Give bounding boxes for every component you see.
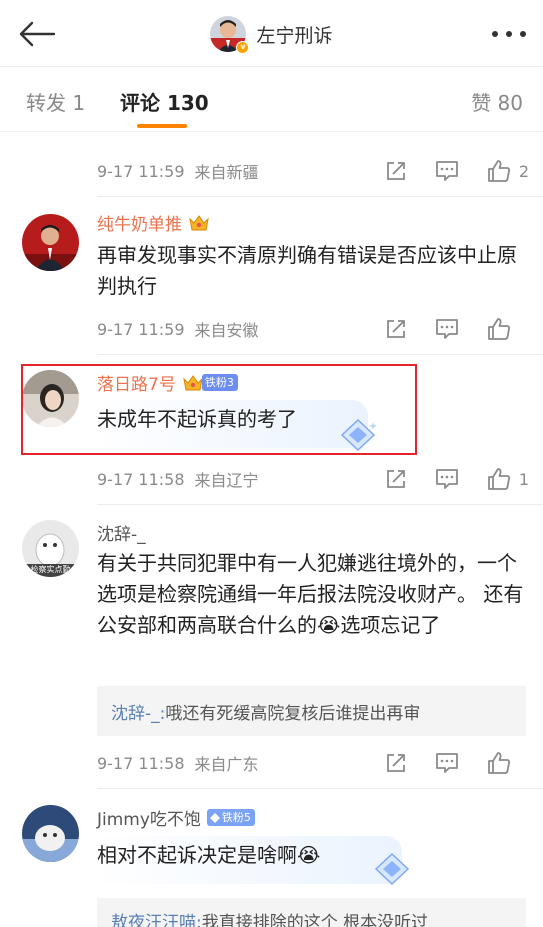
share-icon — [386, 162, 405, 180]
v-badge-icon: v — [236, 41, 250, 54]
more-button[interactable] — [489, 20, 529, 48]
comment-username-row: Jimmy吃不饱 铁粉5 — [97, 805, 255, 830]
author-avatar[interactable]: v — [210, 16, 250, 54]
share-button[interactable] — [385, 468, 407, 490]
diamond-icon — [374, 852, 410, 886]
reply-button[interactable] — [435, 752, 459, 774]
divider — [97, 788, 543, 789]
username[interactable]: 沈辞-_ — [97, 520, 146, 545]
comment-icon — [436, 753, 458, 773]
top-bar: v 左宁刑诉 — [0, 0, 543, 66]
like-icon — [488, 752, 510, 774]
tab-bar: 转发 1 评论 130 赞 80 — [0, 66, 543, 132]
tab-like[interactable]: 赞 80 — [471, 87, 523, 116]
avatar[interactable] — [22, 805, 79, 862]
highlight-annotation-box — [21, 364, 417, 455]
divider — [97, 504, 543, 505]
divider — [97, 196, 543, 197]
like-button[interactable]: 1 — [487, 467, 529, 491]
crown-icon — [189, 214, 209, 230]
avatar-caption: 检察实点勤 — [30, 565, 71, 574]
share-button[interactable] — [385, 318, 407, 340]
comment-meta: 9-17 11:58 来自辽宁 1 — [97, 464, 543, 494]
reply-button[interactable] — [435, 468, 459, 490]
like-count: 2 — [518, 161, 529, 181]
username[interactable]: Jimmy吃不饱 — [97, 805, 201, 830]
comment-time: 9-17 11:58 — [97, 469, 185, 489]
like-button[interactable] — [487, 317, 529, 341]
share-button[interactable] — [385, 160, 407, 182]
tab-comment[interactable]: 评论 130 — [120, 87, 209, 116]
reply-preview[interactable]: 敖夜汪汪喵: 我直接排除的这个 根本没听过 — [97, 898, 526, 927]
diamond-icon — [209, 812, 220, 823]
tab-repost[interactable]: 转发 1 — [26, 87, 85, 116]
comment-meta: 9-17 11:59 来自安徽 — [97, 314, 543, 344]
reply-preview[interactable]: 沈辞-_: 哦还有死缓高院复核后谁提出再审 — [97, 686, 526, 736]
comment-icon — [435, 161, 458, 181]
share-icon — [386, 470, 405, 488]
divider — [97, 354, 543, 355]
comment-meta: 9-17 11:58 来自广东 — [97, 748, 543, 778]
comment-text: 再审发现事实不清原判确有错误是否应该中止原判执行 — [97, 243, 517, 298]
like-count: 1 — [518, 469, 529, 489]
fan-badge-label: 铁粉5 — [221, 811, 251, 824]
share-icon — [387, 754, 405, 772]
avatar[interactable] — [22, 214, 79, 271]
active-tab-indicator — [137, 124, 187, 128]
like-icon — [488, 318, 510, 340]
comment-meta: 9-17 11:59 来自新疆 2 — [97, 156, 543, 186]
reply-text: 我直接排除的这个 根本没听过 — [201, 913, 429, 927]
page-title-group: v 左宁刑诉 — [0, 14, 543, 54]
reply-author[interactable]: 敖夜汪汪喵: — [111, 908, 202, 927]
comment-text: 有关于共同犯罪中有一人犯嫌逃往境外的，一个选项是检察院通缉一年后报法院没收财产。… — [97, 551, 524, 637]
fan-badge: 铁粉5 — [206, 809, 255, 826]
share-icon — [387, 320, 405, 338]
like-button[interactable]: 2 — [487, 159, 529, 183]
reply-text: 哦还有死缓高院复核后谁提出再审 — [165, 703, 421, 724]
comment-location: 来自安徽 — [194, 321, 259, 340]
avatar[interactable]: 检察实点勤 — [22, 520, 79, 577]
comment-icon — [435, 469, 458, 489]
like-icon — [487, 468, 510, 490]
comment-location: 来自新疆 — [194, 163, 259, 182]
comment-time: 9-17 11:59 — [97, 161, 185, 181]
share-button[interactable] — [385, 752, 407, 774]
more-icon — [492, 31, 526, 37]
comment-text: 相对不起诉决定是啥啊😭 — [97, 843, 321, 867]
reply-button[interactable] — [435, 160, 459, 182]
username[interactable]: 纯牛奶单推 — [97, 210, 182, 235]
comment-time: 9-17 11:59 — [97, 319, 185, 339]
like-icon — [487, 160, 510, 182]
like-button[interactable] — [487, 751, 529, 775]
comment-username-row: 纯牛奶单推 — [97, 210, 210, 235]
comment-username-row: 沈辞-_ — [97, 520, 146, 545]
comment-icon — [436, 319, 458, 339]
comment-location: 来自辽宁 — [194, 471, 259, 490]
page-title: 左宁刑诉 — [256, 24, 333, 47]
comment-time: 9-17 11:58 — [97, 753, 185, 773]
comment-location: 来自广东 — [194, 755, 259, 774]
reply-button[interactable] — [435, 318, 459, 340]
reply-author[interactable]: 沈辞-_: — [111, 699, 165, 724]
